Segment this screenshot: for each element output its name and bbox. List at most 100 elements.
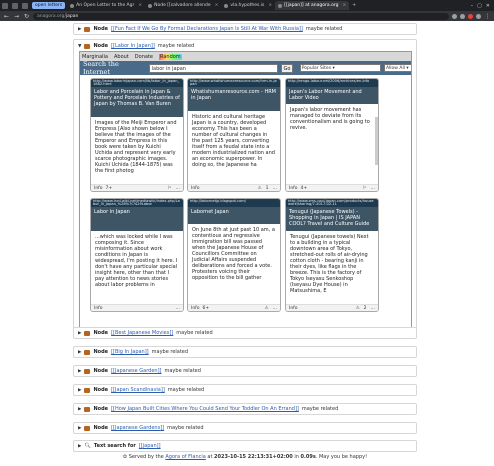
profile-avatar[interactable] <box>476 13 481 19</box>
text-search-row[interactable]: ▶ 🔍︎ Text search for [[japan]] <box>73 440 417 452</box>
expand-triangle-icon[interactable]: ▶ <box>78 407 81 412</box>
menu-item-donate[interactable]: Donate <box>135 54 153 60</box>
reload-icon[interactable]: ↻ <box>23 13 30 20</box>
book-icon <box>84 406 91 412</box>
node-row[interactable]: ▶ Node [[How Japan Built Cities Where You… <box>73 403 417 415</box>
address-input[interactable]: anagora.org/japan <box>33 12 449 20</box>
result-url[interactable]: http://rengo-labour.net/2006/archives/en… <box>286 79 378 87</box>
close-tab-icon[interactable]: × <box>215 1 219 10</box>
node-row[interactable]: ▶ Node [[Japanese Garden]] maybe related <box>73 365 417 377</box>
result-card[interactable]: http://rengo-labour.net/2006/archives/en… <box>285 78 379 192</box>
agora-page: ▶ Node [[Fun Fact If We Go By Formal Dec… <box>70 21 420 466</box>
extension-icon[interactable] <box>452 13 457 19</box>
result-title[interactable]: Tenugui (Japanese Towels) - Shopping in … <box>286 207 378 231</box>
result-card[interactable]: http://www.whatishumanresource.com/hrm-i… <box>187 78 281 192</box>
language-select[interactable]: Allow All ▾ <box>383 64 411 72</box>
result-url[interactable]: http://www.laborinjapan.com/lib/labor_in… <box>91 79 183 87</box>
node-row[interactable]: ▶ Node [[Fun Fact If We Go By Formal Dec… <box>73 23 417 35</box>
address-toolbar: ← → ↻ anagora.org/japan ⋮ <box>0 11 494 21</box>
expand-triangle-icon[interactable]: ▶ <box>78 388 81 393</box>
result-snippet: Tenugui (Japanese towels) Next to a buil… <box>290 234 369 294</box>
tab-salvadore-allende[interactable]: Node [[salvadore allende × <box>145 1 221 10</box>
node-link[interactable]: [[Japanese Gardens]] <box>111 425 164 431</box>
flag-icon[interactable]: ⚐ <box>167 186 171 191</box>
back-icon[interactable]: ← <box>3 13 10 20</box>
info-link[interactable]: Info <box>94 186 103 191</box>
agora-link[interactable]: Agora of Flancia <box>165 454 205 460</box>
expand-triangle-icon[interactable]: ▶ <box>78 369 81 374</box>
close-window-icon[interactable]: ✕ <box>486 3 490 9</box>
result-card[interactable]: http://labornetjp.blogspot.com/ Labornet… <box>187 198 281 312</box>
info-link[interactable]: Info <box>94 306 103 311</box>
node-link[interactable]: [[Fun Fact If We Go By Formal Declaratio… <box>111 26 303 32</box>
expand-triangle-icon[interactable]: ▶ <box>78 426 81 431</box>
node-link[interactable]: [[Japanese Garden]] <box>111 368 161 374</box>
new-tab-button[interactable]: + <box>349 1 359 10</box>
node-row[interactable]: ▶ Node [[Japan Scandinavia]] maybe related <box>73 384 417 396</box>
result-url[interactable]: http://labornetjp.blogspot.com/ <box>188 199 280 207</box>
close-tab-icon[interactable]: × <box>138 1 142 10</box>
node-row[interactable]: ▶ Node [[Big In Japan]] maybe related <box>73 346 417 358</box>
result-url[interactable]: http://www.whatishumanresource.com/hrm-i… <box>188 79 280 87</box>
result-snippet: On June 8th at just past 10 am, a conten… <box>192 227 275 281</box>
node-link[interactable]: [[Big In Japan]] <box>111 349 149 355</box>
sites-select[interactable]: Popular Sites ▾ <box>299 64 381 72</box>
expand-triangle-icon[interactable]: ▶ <box>78 350 81 355</box>
result-card[interactable]: http://www.laborinjapan.com/lib/labor_in… <box>90 78 184 192</box>
result-title[interactable]: Japan's Labor Movement and Labor Video <box>286 87 378 104</box>
expand-triangle-icon[interactable]: ▶ <box>78 27 81 32</box>
tab-group-open-letters[interactable]: open letters <box>32 2 66 9</box>
more-icon[interactable]: … <box>273 306 278 311</box>
book-icon <box>84 26 91 32</box>
tab-hypothesis[interactable]: vla.hypothes.is × <box>221 1 275 10</box>
result-title[interactable]: Labornet Japan <box>188 207 280 224</box>
extension-icon[interactable] <box>468 13 473 19</box>
info-link[interactable]: Info <box>289 306 298 311</box>
browser-menu-icon[interactable]: ⋮ <box>484 13 491 20</box>
forward-icon[interactable]: → <box>13 13 20 20</box>
flag-icon[interactable]: ⚐ <box>362 186 366 191</box>
node-link[interactable]: [[Labor In Japan]] <box>111 43 155 49</box>
tab-open-letter[interactable]: An Open Letter to the Agr × <box>67 1 145 10</box>
search-input[interactable]: labor in japan <box>148 63 279 73</box>
extension-icon[interactable] <box>460 13 465 19</box>
info-link[interactable]: Info <box>191 186 200 191</box>
result-title[interactable]: Labor and Porcelain in Japan & Pottery a… <box>91 87 183 117</box>
result-title[interactable]: Labor in Japan <box>91 207 183 231</box>
more-icon[interactable]: … <box>371 186 376 191</box>
pinned-tab-2[interactable] <box>12 2 18 9</box>
expand-triangle-icon[interactable]: ▶ <box>78 331 81 336</box>
menu-item-random[interactable]: Random <box>158 53 182 60</box>
more-icon[interactable]: … <box>371 306 376 311</box>
node-link[interactable]: [[Japan Scandinavia]] <box>111 387 165 393</box>
node-link[interactable]: [[How Japan Built Cities Where You Could… <box>111 406 299 412</box>
result-snippet: Japan's labor movement has managed to de… <box>290 107 370 131</box>
more-icon[interactable]: … <box>176 306 181 311</box>
result-card[interactable]: http://www.lnrd-wiki.net/mediawiki/index… <box>90 198 184 312</box>
pinned-tab-3[interactable] <box>22 2 28 9</box>
menu-item-marginalia[interactable]: Marginalia <box>82 54 108 60</box>
minimize-icon[interactable]: – <box>471 3 474 9</box>
go-button[interactable]: Go <box>281 63 293 73</box>
result-url[interactable]: http://www.lnrd-wiki.net/mediawiki/index… <box>91 199 183 207</box>
card-scrollbar[interactable] <box>375 117 378 165</box>
info-link[interactable]: Info <box>191 306 200 311</box>
menu-item-about[interactable]: About <box>114 54 129 60</box>
result-card[interactable]: http://www.zms-cool-japan.com/products/h… <box>285 198 379 312</box>
result-title[interactable]: Whatishumanresource.com - HRM in Japan <box>188 87 280 111</box>
maximize-icon[interactable]: ▢ <box>477 3 482 9</box>
node-row[interactable]: ▶ Node [[Japanese Gardens]] maybe related <box>73 422 417 434</box>
info-link[interactable]: Info <box>289 186 298 191</box>
collapse-triangle-icon[interactable]: ▼ <box>78 44 81 49</box>
node-row[interactable]: ▶ Node [[Best Japanese Movies]] maybe rela… <box>73 327 417 339</box>
more-icon[interactable]: … <box>176 186 181 191</box>
tab-japan-anagora[interactable]: [[japan]] at anagora.org × <box>275 1 350 10</box>
close-tab-icon[interactable]: × <box>342 1 346 10</box>
result-url[interactable]: http://www.zms-cool-japan.com/products/h… <box>286 199 378 207</box>
node-link[interactable]: [[Best Japanese Movies]] <box>111 330 173 336</box>
pinned-tab-1[interactable] <box>2 2 8 9</box>
more-icon[interactable]: … <box>273 186 278 191</box>
expand-triangle-icon[interactable]: ▶ <box>78 444 81 449</box>
close-tab-icon[interactable]: × <box>268 1 272 10</box>
search-term-link[interactable]: [[japan]] <box>139 443 161 449</box>
